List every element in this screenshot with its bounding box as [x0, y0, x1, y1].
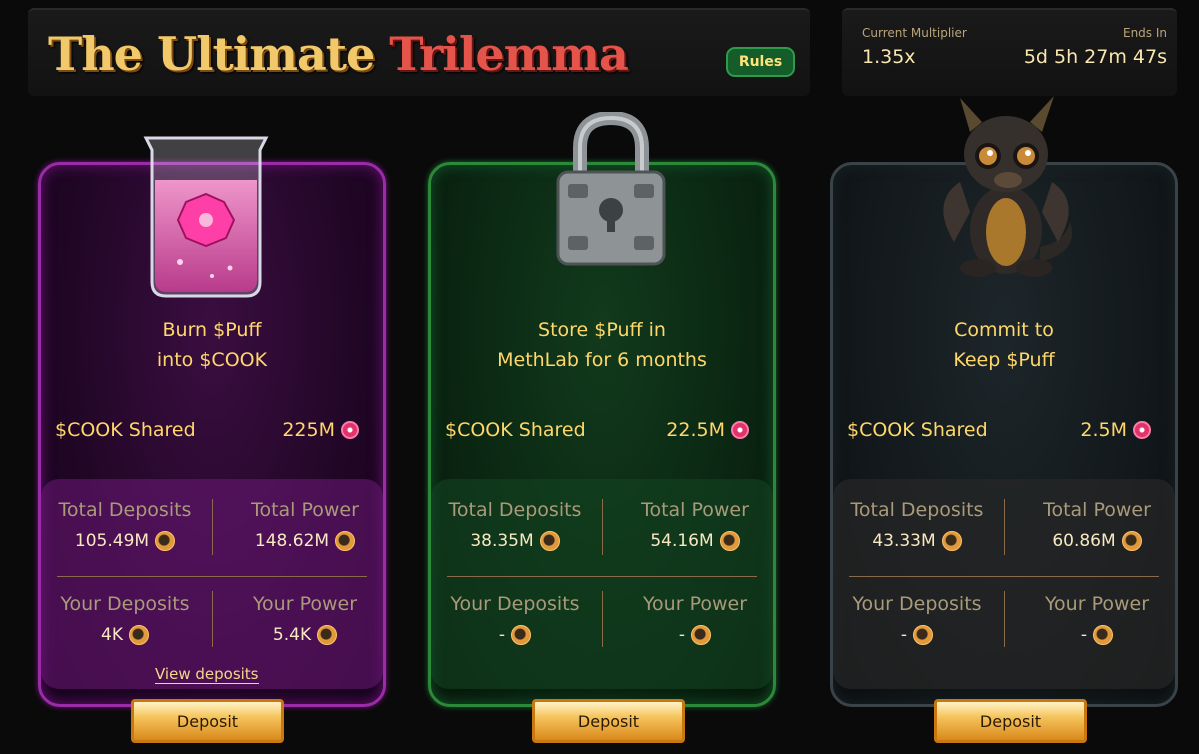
padlock-icon — [556, 112, 666, 266]
cook-shared-amount: 22.5M — [666, 419, 725, 441]
total-power-value: 60.86M — [1017, 531, 1177, 551]
card-title: Burn $Puff into $COOK — [41, 315, 383, 375]
card-title-line-1: Commit to — [954, 319, 1054, 341]
your-deposits-value: 4K — [45, 625, 205, 645]
your-power-value: - — [615, 625, 775, 645]
cook-shared-value: 2.5M — [1080, 419, 1151, 441]
divider — [602, 499, 603, 555]
divider — [212, 591, 213, 647]
divider — [1004, 591, 1005, 647]
total-deposits-label: Total Deposits — [58, 499, 192, 521]
multiplier-value: 1.35x — [862, 46, 916, 68]
puff-token-icon — [511, 625, 532, 645]
puff-token-icon — [1121, 531, 1142, 551]
divider — [212, 499, 213, 555]
card-title-line-1: Store $Puff in — [538, 319, 666, 341]
rules-button[interactable]: Rules — [726, 47, 795, 77]
puff-token-icon — [128, 625, 149, 645]
deposit-button-burn[interactable]: Deposit — [131, 699, 284, 743]
your-deposits-value: - — [435, 625, 595, 645]
stats-panel: Total Deposits 105.49M Total Power 148.6… — [41, 479, 383, 689]
your-deposits-label: Your Deposits — [60, 593, 190, 615]
your-power-label: Your Power — [642, 593, 748, 615]
divider — [1004, 499, 1005, 555]
divider — [849, 576, 1159, 577]
total-power-label: Total Power — [1043, 499, 1151, 521]
cook-shared-amount: 2.5M — [1080, 419, 1127, 441]
puff-token-icon — [691, 625, 712, 645]
title-part-1: The Ultimate — [48, 27, 375, 81]
card-title-line-2: Keep $Puff — [953, 349, 1055, 371]
cook-shared-label: $COOK Shared — [55, 419, 196, 441]
total-power-value: 148.62M — [225, 531, 385, 551]
total-power-label: Total Power — [641, 499, 749, 521]
your-deposits-value: - — [837, 625, 997, 645]
card-title-line-1: Burn $Puff — [162, 319, 262, 341]
cook-shared-value: 225M — [282, 419, 359, 441]
cook-token-icon — [731, 421, 749, 439]
your-deposits-label: Your Deposits — [450, 593, 580, 615]
total-deposits-value: 43.33M — [837, 531, 997, 551]
card-title-line-2: into $COOK — [156, 349, 268, 371]
divider — [602, 591, 603, 647]
total-deposits-label: Total Deposits — [850, 499, 984, 521]
total-deposits-label: Total Deposits — [448, 499, 582, 521]
puff-token-icon — [941, 531, 962, 551]
page-title: The Ultimate Trilemma — [48, 26, 629, 82]
total-power-label: Total Power — [251, 499, 359, 521]
puff-token-icon — [335, 531, 356, 551]
puff-token-icon — [1093, 625, 1114, 645]
cook-token-icon — [1133, 421, 1151, 439]
your-deposits-label: Your Deposits — [852, 593, 982, 615]
cook-shared-label: $COOK Shared — [445, 419, 586, 441]
card-title-line-2: MethLab for 6 months — [497, 349, 707, 371]
puff-token-icon — [155, 531, 176, 551]
divider — [447, 576, 757, 577]
cook-shared-value: 22.5M — [666, 419, 749, 441]
beaker-icon — [143, 136, 269, 298]
multiplier-label: Current Multiplier — [862, 26, 967, 40]
puff-token-icon — [317, 625, 338, 645]
title-part-2: Trilemma — [389, 27, 628, 81]
view-deposits-link[interactable]: View deposits — [155, 665, 259, 684]
your-power-label: Your Power — [1044, 593, 1150, 615]
cook-shared-label: $COOK Shared — [847, 419, 988, 441]
stats-panel: Total Deposits 43.33M Total Power 60.86M… — [833, 479, 1175, 689]
ends-in-label: Ends In — [1122, 26, 1167, 40]
dragon-icon — [943, 96, 1072, 277]
card-title: Store $Puff in MethLab for 6 months — [431, 315, 773, 375]
puff-token-icon — [913, 625, 934, 645]
cook-shared-amount: 225M — [282, 419, 335, 441]
puff-token-icon — [539, 531, 560, 551]
your-power-value: 5.4K — [225, 625, 385, 645]
your-power-label: Your Power — [252, 593, 358, 615]
stats-panel: Total Deposits 38.35M Total Power 54.16M… — [431, 479, 773, 689]
cook-token-icon — [341, 421, 359, 439]
card-title: Commit to Keep $Puff — [833, 315, 1175, 375]
deposit-button-commit[interactable]: Deposit — [934, 699, 1087, 743]
ends-in-value: 5d 5h 27m 47s — [1023, 46, 1167, 68]
total-deposits-value: 38.35M — [435, 531, 595, 551]
total-deposits-value: 105.49M — [45, 531, 205, 551]
divider — [57, 576, 367, 577]
puff-token-icon — [719, 531, 740, 551]
total-power-value: 54.16M — [615, 531, 775, 551]
your-power-value: - — [1017, 625, 1177, 645]
deposit-button-store[interactable]: Deposit — [532, 699, 685, 743]
